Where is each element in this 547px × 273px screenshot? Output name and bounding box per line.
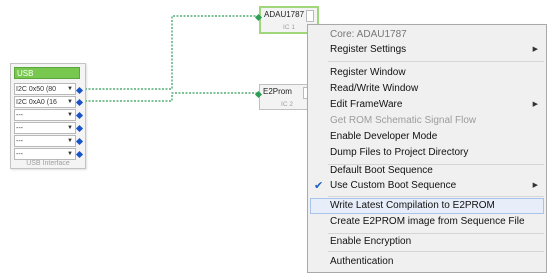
output-port-icon[interactable]: [75, 150, 84, 159]
usb-port-row[interactable]: --- ▼: [14, 148, 76, 160]
menu-item-custom-boot-sequence[interactable]: Use Custom Boot Sequence: [330, 178, 456, 194]
submenu-arrow-icon: ▶: [532, 101, 538, 108]
menu-item-register-settings[interactable]: Register Settings: [330, 42, 406, 58]
usb-port-label: ---: [16, 151, 23, 158]
menu-item-write-latest-to-e2prom[interactable]: Write Latest Compilation to E2PROM: [330, 198, 495, 214]
usb-port-label: ---: [16, 125, 23, 132]
output-port-icon[interactable]: [75, 86, 84, 95]
dropdown-arrow-icon[interactable]: ▼: [67, 149, 73, 159]
ic-block-subtitle: IC 2: [281, 101, 293, 108]
usb-port-row[interactable]: --- ▼: [14, 109, 76, 121]
menu-separator: [328, 196, 544, 197]
usb-header: USB: [14, 67, 80, 79]
output-port-icon[interactable]: [75, 111, 84, 120]
menu-separator: [328, 251, 544, 252]
usb-port-row[interactable]: --- ▼: [14, 122, 76, 134]
menu-header-core: Core: ADAU1787: [330, 29, 407, 40]
menu-item-edit-frameware[interactable]: Edit FrameWare: [330, 97, 402, 113]
menu-item-enable-encryption[interactable]: Enable Encryption: [330, 234, 411, 250]
wire-usb-to-e2prom: [78, 92, 259, 102]
output-port-icon[interactable]: [75, 137, 84, 146]
dropdown-arrow-icon[interactable]: ▼: [67, 97, 73, 107]
usb-port-label: ---: [16, 138, 23, 145]
usb-port-row[interactable]: I2C 0xA0 (16 ▼: [14, 96, 76, 108]
menu-item-authentication[interactable]: Authentication: [330, 254, 393, 270]
menu-item-read-write-window[interactable]: Read/Write Window: [330, 81, 418, 97]
usb-port-label: I2C 0xA0 (16: [16, 99, 57, 106]
dropdown-arrow-icon[interactable]: ▼: [67, 110, 73, 120]
output-port-icon[interactable]: [75, 124, 84, 133]
submenu-arrow-icon: ▶: [532, 46, 538, 53]
dropdown-arrow-icon[interactable]: ▼: [67, 123, 73, 133]
dropdown-arrow-icon[interactable]: ▼: [67, 84, 73, 94]
menu-item-dump-files[interactable]: Dump Files to Project Directory: [330, 145, 468, 161]
ic-block-tab: [306, 10, 314, 22]
usb-port-row[interactable]: I2C 0x50 (80 ▼: [14, 83, 76, 95]
menu-item-default-boot-sequence[interactable]: Default Boot Sequence: [330, 163, 433, 179]
menu-item-enable-developer-mode[interactable]: Enable Developer Mode: [330, 129, 437, 145]
menu-item-create-e2prom-image[interactable]: Create E2PROM image from Sequence File: [330, 214, 525, 230]
usb-port-label: I2C 0x50 (80: [16, 86, 57, 93]
menu-item-register-window[interactable]: Register Window: [330, 65, 406, 81]
ic-block-title: E2Prom: [263, 87, 292, 96]
usb-interface-block[interactable]: USB I2C 0x50 (80 ▼ I2C 0xA0 (16 ▼ --- ▼ …: [10, 63, 86, 169]
usb-block-caption: USB Interface: [26, 160, 70, 167]
menu-item-get-rom-schematic: Get ROM Schematic Signal Flow: [330, 115, 477, 126]
dropdown-arrow-icon[interactable]: ▼: [67, 136, 73, 146]
ic-block-title: ADAU1787: [264, 10, 305, 19]
output-port-icon[interactable]: [75, 98, 84, 107]
menu-separator: [328, 61, 544, 62]
usb-port-label: ---: [16, 112, 23, 119]
wire-usb-to-adau1787: [78, 15, 259, 90]
checkmark-icon: ✔: [314, 180, 324, 192]
submenu-arrow-icon: ▶: [532, 182, 538, 189]
context-menu: Core: ADAU1787 Register Settings ▶ Regis…: [307, 24, 547, 273]
usb-port-row[interactable]: --- ▼: [14, 135, 76, 147]
